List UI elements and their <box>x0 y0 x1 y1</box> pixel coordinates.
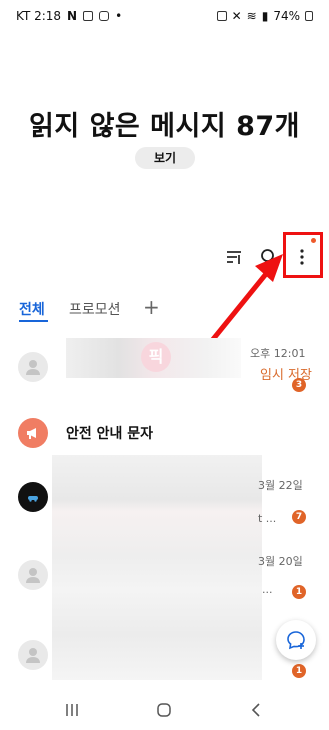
navigation-bar <box>0 690 329 730</box>
sender-name: 안전 안내 문자 <box>66 426 154 442</box>
blurred-preview <box>52 455 262 680</box>
unread-badge: 7 <box>292 510 306 524</box>
tab-all[interactable]: 전체 <box>19 299 45 319</box>
new-chat-icon <box>287 631 305 650</box>
compose-button[interactable] <box>276 620 316 660</box>
blurred-sticker: 픽 <box>141 342 171 372</box>
back-icon[interactable] <box>250 702 262 722</box>
megaphone-icon <box>18 418 48 448</box>
tab-active-indicator <box>19 320 48 322</box>
message-time: 오후 12:01 <box>250 347 306 360</box>
recent-apps-icon[interactable] <box>64 702 80 721</box>
unread-badge: 1 <box>292 585 306 599</box>
avatar-person-icon <box>18 560 48 590</box>
message-preview-end: ... <box>262 583 273 596</box>
home-icon[interactable] <box>156 702 172 722</box>
unread-badge: 3 <box>292 378 306 392</box>
avatar-person-icon <box>18 640 48 670</box>
tab-promotion[interactable]: 프로모션 <box>69 299 121 319</box>
message-time: 3월 22일 <box>258 479 303 492</box>
add-tab-button[interactable]: + <box>143 295 160 319</box>
message-preview-end: t ... <box>258 512 277 525</box>
avatar-person-icon <box>18 352 48 382</box>
unread-badge: 1 <box>292 664 306 678</box>
message-time: 3월 20일 <box>258 555 303 568</box>
car-icon <box>18 482 48 512</box>
